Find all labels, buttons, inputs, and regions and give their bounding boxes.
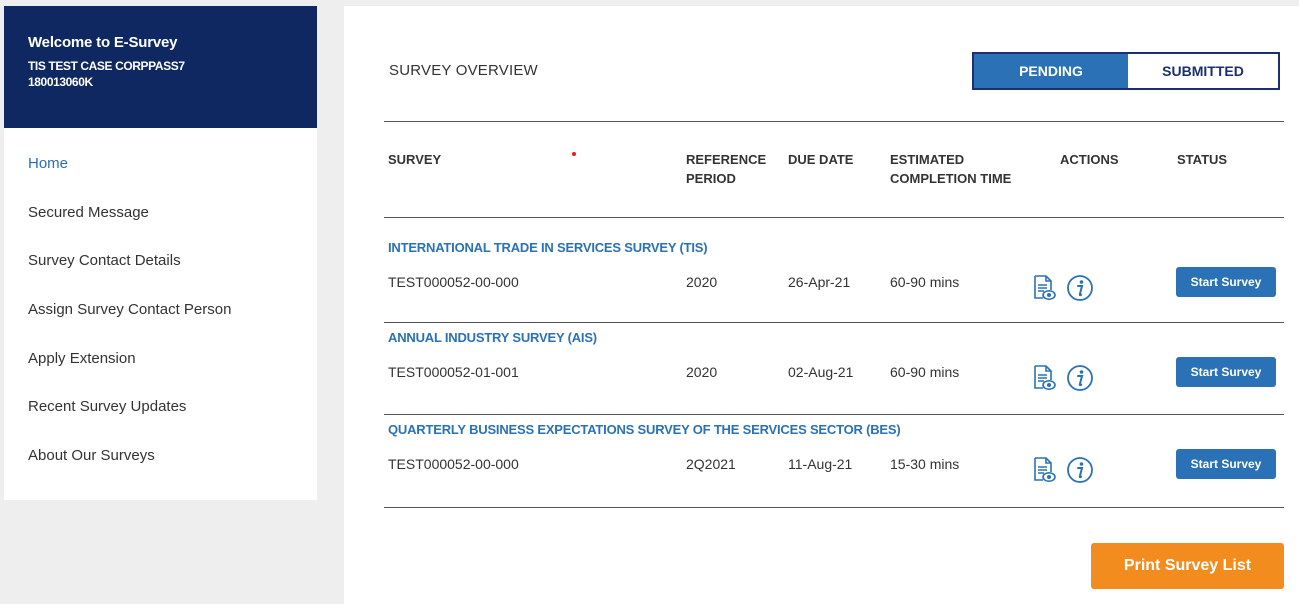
due-date: 02-Aug-21 (788, 364, 854, 380)
column-completion-time: ESTIMATED COMPLETION TIME (890, 150, 1011, 188)
completion-time: 60-90 mins (890, 364, 960, 380)
sidebar-nav: Home Secured Message Survey Contact Deta… (4, 140, 317, 481)
info-icon[interactable] (1066, 274, 1094, 302)
sidebar-item-apply-extension[interactable]: Apply Extension (4, 335, 317, 384)
survey-id: TEST000052-01-001 (388, 364, 519, 380)
due-date: 26-Apr-21 (788, 274, 851, 290)
survey-id: TEST000052-00-000 (388, 274, 519, 290)
column-reference-period-line1: REFERENCE (686, 152, 767, 167)
column-actions: ACTIONS (1060, 152, 1119, 167)
print-survey-list-button[interactable]: Print Survey List (1091, 543, 1284, 589)
column-due-date: DUE DATE (788, 152, 854, 167)
table-row: QUARTERLY BUSINESS EXPECTATIONS SURVEY O… (384, 400, 1284, 492)
reference-period: 2Q2021 (686, 456, 736, 472)
start-survey-button[interactable]: Start Survey (1176, 267, 1276, 297)
divider (384, 121, 1284, 122)
sidebar-item-recent-survey-updates[interactable]: Recent Survey Updates (4, 383, 317, 432)
tab-submitted[interactable]: SUBMITTED (1128, 54, 1278, 88)
row-actions (1032, 274, 1094, 302)
divider (384, 507, 1284, 508)
column-completion-line1: ESTIMATED (890, 152, 965, 167)
survey-id: TEST000052-00-000 (388, 456, 519, 472)
column-status: STATUS (1177, 152, 1228, 167)
sidebar-item-home[interactable]: Home (4, 140, 317, 189)
sidebar-item-about-our-surveys[interactable]: About Our Surveys (4, 432, 317, 481)
due-date: 11-Aug-21 (788, 456, 853, 472)
column-survey: SURVEY (388, 152, 442, 167)
company-name: TIS TEST CASE CORPPASS7 (28, 59, 185, 73)
sidebar: Welcome to E-Survey TIS TEST CASE CORPPA… (4, 6, 317, 500)
reference-period: 2020 (686, 364, 718, 380)
survey-name[interactable]: ANNUAL INDUSTRY SURVEY (AIS) (388, 330, 597, 345)
sidebar-item-secured-message[interactable]: Secured Message (4, 189, 317, 238)
main-panel: SURVEY OVERVIEW PENDING SUBMITTED SURVEY… (344, 6, 1299, 604)
survey-name[interactable]: QUARTERLY BUSINESS EXPECTATIONS SURVEY O… (388, 422, 901, 437)
column-completion-line2: COMPLETION TIME (890, 171, 1012, 186)
table-row: INTERNATIONAL TRADE IN SERVICES SURVEY (… (384, 218, 1284, 310)
table-row: ANNUAL INDUSTRY SURVEY (AIS) TEST000052-… (384, 308, 1284, 400)
tab-pending[interactable]: PENDING (974, 54, 1128, 88)
welcome-heading: Welcome to E-Survey (28, 34, 178, 51)
sidebar-item-survey-contact-details[interactable]: Survey Contact Details (4, 237, 317, 286)
info-icon[interactable] (1066, 456, 1094, 484)
survey-name[interactable]: INTERNATIONAL TRADE IN SERVICES SURVEY (… (388, 240, 708, 255)
column-reference-period: REFERENCE PERIOD (686, 150, 766, 188)
welcome-panel: Welcome to E-Survey TIS TEST CASE CORPPA… (4, 6, 317, 128)
sidebar-item-assign-survey-contact-person[interactable]: Assign Survey Contact Person (4, 286, 317, 335)
company-id: 180013060K (28, 75, 93, 89)
completion-time: 15-30 mins (890, 456, 960, 472)
row-actions (1032, 456, 1094, 484)
preview-document-icon[interactable] (1032, 274, 1056, 302)
page-title: SURVEY OVERVIEW (389, 62, 538, 79)
row-actions (1032, 364, 1094, 392)
preview-document-icon[interactable] (1032, 364, 1056, 392)
required-indicator (572, 152, 576, 156)
completion-time: 60-90 mins (890, 274, 960, 290)
survey-status-toggle: PENDING SUBMITTED (972, 52, 1280, 90)
preview-document-icon[interactable] (1032, 456, 1056, 484)
reference-period: 2020 (686, 274, 718, 290)
start-survey-button[interactable]: Start Survey (1176, 449, 1276, 479)
start-survey-button[interactable]: Start Survey (1176, 357, 1276, 387)
table-header: SURVEY REFERENCE PERIOD DUE DATE ESTIMAT… (384, 146, 1284, 206)
info-icon[interactable] (1066, 364, 1094, 392)
column-reference-period-line2: PERIOD (686, 171, 736, 186)
